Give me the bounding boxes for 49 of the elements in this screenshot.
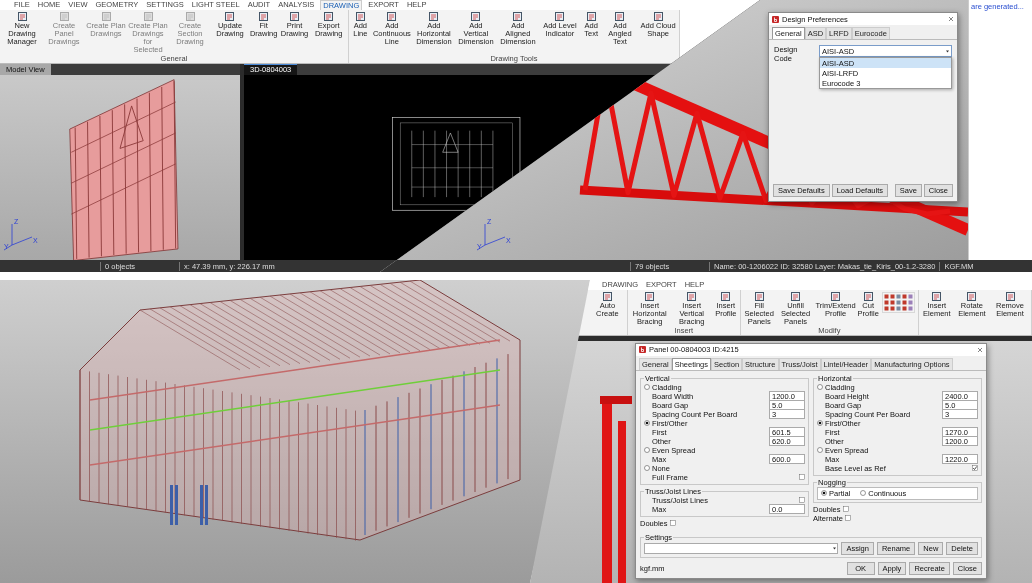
sheet-icon [289, 11, 300, 22]
sheet-icon [100, 11, 112, 22]
radio-button[interactable] [817, 447, 823, 454]
sheet-icon [753, 291, 765, 302]
sheet-icon [428, 11, 440, 22]
sheet-icon [16, 11, 28, 22]
sheet-icon [686, 291, 698, 302]
checkbox[interactable] [799, 497, 805, 504]
sheet-icon [830, 291, 842, 302]
settings-dropdown[interactable] [644, 542, 839, 554]
radio-button[interactable] [821, 490, 827, 497]
sheet-icon [470, 11, 482, 22]
sheet-icon [862, 291, 874, 302]
sheet-icon [258, 11, 270, 22]
radio-button[interactable] [644, 420, 650, 427]
radio-button[interactable] [644, 384, 650, 391]
caret-icon [832, 545, 838, 551]
sheet-icon [323, 11, 335, 22]
sheet-icon [142, 11, 154, 22]
close-icon[interactable] [977, 346, 983, 353]
checkbox[interactable] [842, 506, 849, 513]
radio-button[interactable] [817, 384, 823, 391]
sheet-icon [966, 291, 978, 302]
sheet-icon [1004, 291, 1016, 302]
sheet-icon [931, 291, 943, 302]
caret-icon [945, 48, 950, 54]
checkbox[interactable] [669, 520, 676, 527]
sheet-icon [224, 11, 236, 22]
sheet-icon [554, 11, 566, 22]
radio-button[interactable] [860, 490, 867, 497]
sheet-icon [354, 11, 366, 22]
sheet-icon [790, 291, 802, 302]
sheet-icon [644, 291, 656, 302]
radio-button[interactable] [817, 420, 823, 427]
sheet-icon [58, 11, 70, 22]
checkbox[interactable] [799, 474, 805, 481]
sheet-icon [184, 11, 196, 22]
sheet-icon [614, 11, 626, 22]
checkbox[interactable] [972, 465, 978, 472]
sheet-icon [720, 291, 732, 302]
radio-button[interactable] [644, 465, 650, 472]
sheet-icon [512, 11, 524, 22]
checkbox[interactable] [845, 515, 852, 522]
sheet-icon [386, 11, 398, 22]
sheet-icon [652, 11, 664, 22]
radio-button[interactable] [644, 447, 650, 454]
close-icon[interactable] [948, 16, 954, 22]
sheet-icon [585, 11, 597, 22]
sheet-icon [601, 291, 613, 302]
